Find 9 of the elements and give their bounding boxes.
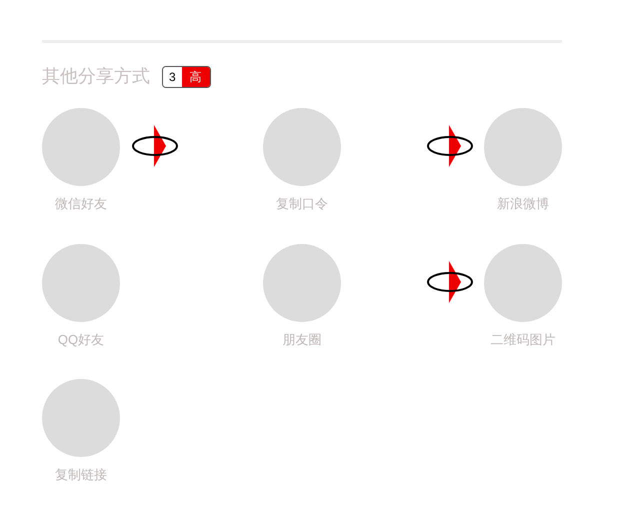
share-option-label[interactable]: QQ好友	[58, 330, 104, 349]
badge-level: 高	[182, 66, 210, 86]
share-option-label[interactable]: 新浪微博	[497, 194, 549, 214]
share-option-label[interactable]: 二维码图片	[490, 330, 556, 349]
share-option-label[interactable]: 朋友圈	[282, 330, 322, 349]
share-option-label[interactable]: 微信好友	[55, 194, 107, 214]
share-option-label[interactable]: 复制链接	[55, 465, 107, 484]
share-option-label[interactable]: 复制口令	[276, 194, 328, 214]
section-title: 其他分享方式	[42, 65, 150, 88]
